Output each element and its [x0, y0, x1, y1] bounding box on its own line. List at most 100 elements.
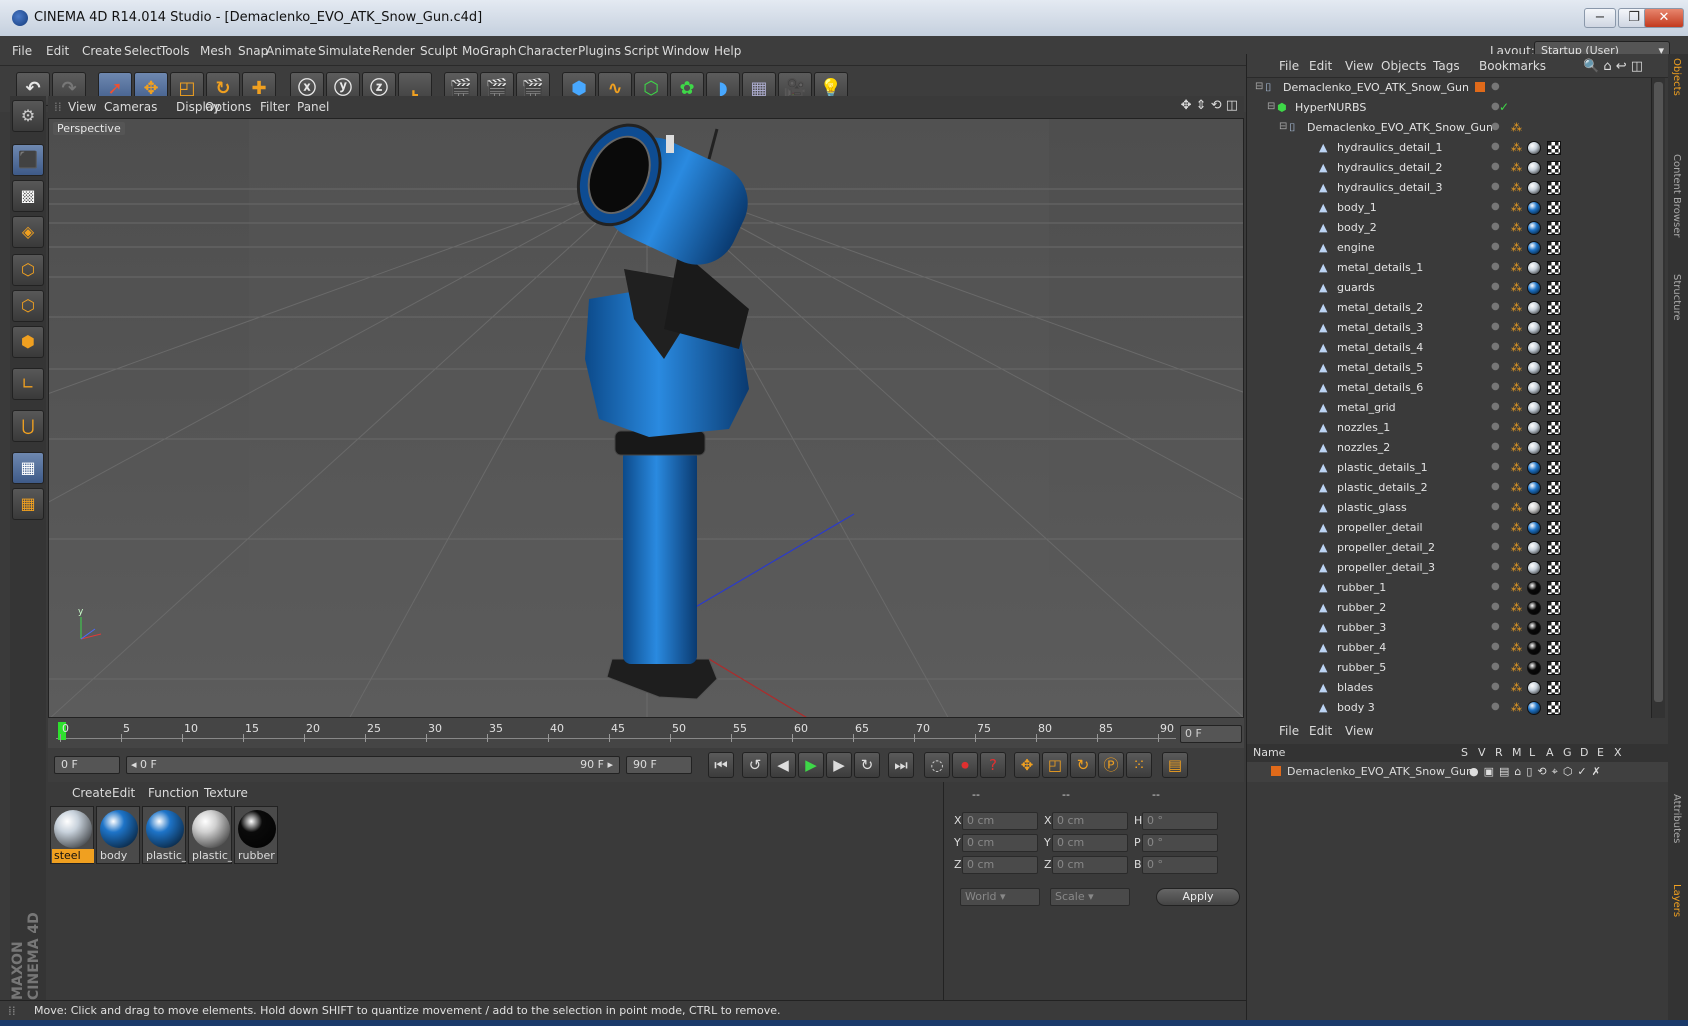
coord-value-field[interactable]: 0 °	[1142, 856, 1218, 874]
visibility-dots[interactable]: ●	[1491, 621, 1505, 632]
object-row[interactable]: ▲ plastic_details_1 ● ⁂	[1247, 458, 1651, 478]
layer-column-name[interactable]: Name	[1253, 746, 1285, 759]
material-tag-icon[interactable]	[1527, 461, 1541, 475]
visibility-dots[interactable]: ●	[1491, 561, 1505, 572]
material-tag-icon[interactable]	[1527, 281, 1541, 295]
object-row[interactable]: ▲ rubber_4 ● ⁂	[1247, 638, 1651, 658]
menu-window[interactable]: Window	[662, 44, 709, 58]
layer-column-a[interactable]: A	[1546, 746, 1554, 759]
menu-mesh[interactable]: Mesh	[200, 44, 232, 58]
viewport-navigation-icons[interactable]: ✥ ⇕ ⟲ ◫	[1181, 98, 1238, 113]
object-row[interactable]: ▲ hydraulics_detail_1 ● ⁂	[1247, 138, 1651, 158]
phong-tag-icon[interactable]: ⁂	[1511, 541, 1522, 554]
phong-tag-icon[interactable]: ⁂	[1511, 241, 1522, 254]
visibility-dots[interactable]: ●	[1491, 141, 1505, 152]
coord-value-field[interactable]: 0 cm	[962, 856, 1038, 874]
object-menu-edit[interactable]: Edit	[1309, 59, 1332, 73]
point-mode-button[interactable]: ⬡	[12, 254, 44, 286]
material-tag-icon[interactable]	[1527, 361, 1541, 375]
coord-value-field[interactable]: 0 cm	[962, 834, 1038, 852]
menu-mograph[interactable]: MoGraph	[462, 44, 517, 58]
layer-column-v[interactable]: V	[1478, 746, 1486, 759]
object-row[interactable]: ⊟ ⬢ HyperNURBS ● ✓	[1247, 98, 1651, 118]
object-row[interactable]: ▲ plastic_glass ● ⁂	[1247, 498, 1651, 518]
uvw-tag-icon[interactable]	[1547, 561, 1561, 575]
phong-tag-icon[interactable]: ⁂	[1511, 641, 1522, 654]
phong-tag-icon[interactable]: ⁂	[1511, 301, 1522, 314]
material-tag-icon[interactable]	[1527, 561, 1541, 575]
layer-column-d[interactable]: D	[1580, 746, 1588, 759]
texture-mode-button[interactable]: ▩	[12, 180, 44, 212]
next-key-button[interactable]: ↻	[854, 752, 880, 778]
layer-column-s[interactable]: S	[1461, 746, 1468, 759]
object-row[interactable]: ▲ nozzles_2 ● ⁂	[1247, 438, 1651, 458]
visibility-dots[interactable]: ●	[1491, 341, 1505, 352]
layer-column-l[interactable]: L	[1529, 746, 1535, 759]
timeline-ruler[interactable]: 0 F 0 5 10 15 20 25 30 35 40 45 50 55 60 65 70 75 80 85 90	[48, 718, 1244, 748]
menu-animate[interactable]: Animate	[266, 44, 316, 58]
start-frame-field[interactable]: 0 F	[54, 756, 120, 774]
material-tag-icon[interactable]	[1527, 541, 1541, 555]
uvw-tag-icon[interactable]	[1547, 361, 1561, 375]
phong-tag-icon[interactable]: ⁂	[1511, 161, 1522, 174]
material-tag-icon[interactable]	[1527, 621, 1541, 635]
menu-plugins[interactable]: Plugins	[578, 44, 621, 58]
material-tag-icon[interactable]	[1527, 201, 1541, 215]
phong-tag-icon[interactable]: ⁂	[1511, 581, 1522, 594]
layer-column-x[interactable]: X	[1614, 746, 1622, 759]
play-button[interactable]: ▶	[798, 752, 824, 778]
phong-tag-icon[interactable]: ⁂	[1511, 601, 1522, 614]
menu-snap[interactable]: Snap	[238, 44, 268, 58]
uvw-tag-icon[interactable]	[1547, 661, 1561, 675]
object-row[interactable]: ▲ propeller_detail_2 ● ⁂	[1247, 538, 1651, 558]
visibility-dots[interactable]: ●	[1491, 601, 1505, 612]
make-editable-button[interactable]: ⚙	[12, 100, 44, 132]
coordinate-mode-select[interactable]: World ▾	[960, 888, 1040, 906]
expand-icon[interactable]: ⊟	[1255, 81, 1263, 92]
visibility-dots[interactable]: ●	[1491, 441, 1505, 452]
visibility-dots[interactable]: ●	[1491, 461, 1505, 472]
phong-tag-icon[interactable]: ⁂	[1511, 381, 1522, 394]
object-row[interactable]: ▲ propeller_detail_3 ● ⁂	[1247, 558, 1651, 578]
phong-tag-icon[interactable]: ⁂	[1511, 621, 1522, 634]
viewport-menu-cameras[interactable]: Cameras	[104, 100, 157, 114]
uvw-tag-icon[interactable]	[1547, 341, 1561, 355]
material-tag-icon[interactable]	[1527, 661, 1541, 675]
object-row[interactable]: ▲ hydraulics_detail_3 ● ⁂	[1247, 178, 1651, 198]
object-row[interactable]: ▲ metal_details_2 ● ⁂	[1247, 298, 1651, 318]
phong-tag-icon[interactable]: ⁂	[1511, 221, 1522, 234]
menu-select[interactable]: Select	[124, 44, 161, 58]
viewport-menu-view[interactable]: View	[68, 100, 96, 114]
visibility-dots[interactable]: ●	[1491, 201, 1505, 212]
uvw-tag-icon[interactable]	[1547, 381, 1561, 395]
side-tab-content-browser[interactable]: Content Browser	[1671, 154, 1682, 237]
previous-frame-button[interactable]: ◀	[770, 752, 796, 778]
material-tag-icon[interactable]	[1527, 341, 1541, 355]
layer-column-e[interactable]: E	[1597, 746, 1604, 759]
visibility-dots[interactable]: ●	[1491, 221, 1505, 232]
object-menu-tags[interactable]: Tags	[1433, 59, 1460, 73]
object-row[interactable]: ▲ nozzles_1 ● ⁂	[1247, 418, 1651, 438]
menu-simulate[interactable]: Simulate	[318, 44, 371, 58]
material-tag-icon[interactable]	[1527, 481, 1541, 495]
material-tag-icon[interactable]	[1527, 301, 1541, 315]
object-row[interactable]: ▲ body_1 ● ⁂	[1247, 198, 1651, 218]
uvw-tag-icon[interactable]	[1547, 481, 1561, 495]
material-menu-texture[interactable]: Texture	[204, 786, 248, 800]
end-frame-field[interactable]: 90 F	[626, 756, 692, 774]
object-row[interactable]: ▲ metal_details_3 ● ⁂	[1247, 318, 1651, 338]
menu-character[interactable]: Character	[518, 44, 577, 58]
phong-tag-icon[interactable]: ⁂	[1511, 181, 1522, 194]
phong-tag-icon[interactable]: ⁂	[1511, 481, 1522, 494]
menu-edit[interactable]: Edit	[46, 44, 69, 58]
visibility-dots[interactable]: ●	[1491, 261, 1505, 272]
side-tab-attributes[interactable]: Attributes	[1671, 794, 1682, 843]
material-tag-icon[interactable]	[1527, 641, 1541, 655]
visibility-dots[interactable]: ●	[1491, 381, 1505, 392]
uvw-tag-icon[interactable]	[1547, 321, 1561, 335]
object-row[interactable]: ▲ engine ● ⁂	[1247, 238, 1651, 258]
snap-button[interactable]: ⋃	[12, 410, 44, 442]
phong-tag-icon[interactable]: ⁂	[1511, 281, 1522, 294]
material-swatch-steel[interactable]: steel	[50, 806, 94, 864]
visibility-dots[interactable]: ●	[1491, 681, 1505, 692]
